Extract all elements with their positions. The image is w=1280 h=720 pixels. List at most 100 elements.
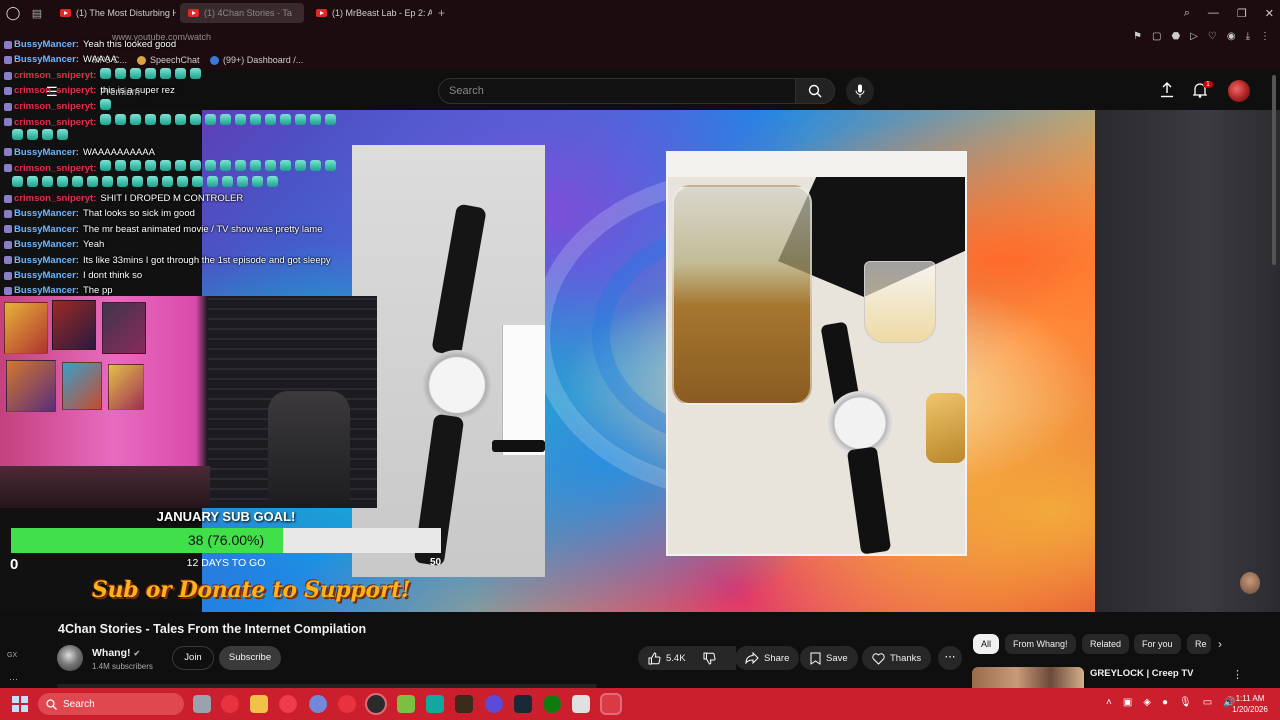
restore-button[interactable]: ❐ (1237, 7, 1247, 20)
snapshot-icon[interactable]: ▢ (1152, 31, 1161, 42)
rail-label[interactable]: GX (7, 652, 17, 659)
emote-icon (325, 114, 337, 125)
chevron-right-icon[interactable]: › (1218, 637, 1222, 651)
chat-badge-icon (4, 102, 12, 111)
subscribe-button[interactable]: Subscribe (219, 646, 281, 670)
discord-icon[interactable] (309, 695, 327, 713)
pocket-icon[interactable]: ⬣ (1171, 31, 1180, 42)
tray-app-icon[interactable]: ▣ (1123, 697, 1132, 708)
rail-more-icon[interactable]: ⋯ (9, 674, 18, 685)
chip-related[interactable]: Related (1082, 634, 1130, 654)
menu-icon[interactable]: ⋮ (1260, 31, 1270, 42)
chip-all[interactable]: All (973, 634, 1000, 654)
recommendation-title[interactable]: GREYLOCK | Creep TV (1090, 668, 1193, 679)
search-button[interactable] (795, 78, 835, 104)
page-scrollbar[interactable] (1272, 75, 1276, 265)
bookmark-dashboard[interactable]: (99+) Dashboard /... (210, 55, 303, 65)
browser-app-icon[interactable] (485, 695, 503, 713)
tray-expand-icon[interactable]: ˄ (1106, 697, 1112, 708)
chat-message-text: I dont think so (82, 270, 143, 281)
app-icon[interactable] (572, 695, 590, 713)
emote-icon (250, 160, 262, 172)
close-window-button[interactable]: ✕ (1265, 7, 1274, 20)
chat-username: BussyMancer (14, 54, 76, 66)
tab-3[interactable]: (1) MrBeast Lab - Ep 2: A (308, 3, 432, 23)
chat-message: crimson_sniperyt: (0, 67, 205, 84)
thanks-button[interactable]: Thanks (862, 646, 932, 670)
play-icon[interactable]: ▷ (1190, 31, 1198, 42)
steam-icon[interactable] (514, 695, 532, 713)
chat-separator: : (75, 223, 79, 235)
tab-2-active[interactable]: (1) 4Chan Stories - Ta (180, 3, 304, 23)
bookmark-speechchat[interactable]: SpeechChat (137, 55, 200, 65)
tab-overview-icon[interactable]: ▤ (26, 7, 48, 20)
chat-badge-icon (4, 148, 12, 157)
download-icon[interactable]: ⤓ (1246, 31, 1250, 42)
opera-gx-app-icon[interactable] (221, 695, 239, 713)
recommendation-menu-icon[interactable]: ⋮ (1232, 668, 1243, 681)
chat-username: BussyMancer (14, 270, 76, 281)
subscriber-count: 1.4M subscribers (92, 662, 153, 671)
tab-1[interactable]: (1) The Most Disturbing H (52, 3, 176, 23)
taskbar-clock[interactable]: 1:11 AM 1/20/2026 (1226, 693, 1274, 715)
adobe-app-icon[interactable] (600, 693, 622, 715)
channel-name[interactable]: Whang! ✔ (92, 647, 140, 659)
emote-icon (222, 175, 233, 187)
profile-icon[interactable]: ◉ (1227, 31, 1236, 42)
chip-for-you[interactable]: For you (1134, 634, 1181, 654)
xbox-icon[interactable] (543, 695, 561, 713)
chat-username: BussyMancer (14, 146, 76, 158)
chat-username: BussyMancer (14, 208, 76, 220)
network-icon[interactable]: ▭ (1203, 697, 1212, 708)
share-button[interactable]: Share (735, 646, 800, 670)
game-app-icon[interactable] (397, 695, 415, 713)
obs-icon[interactable] (365, 693, 387, 715)
tray-app-icon[interactable]: ◈ (1143, 697, 1151, 708)
new-tab-button[interactable]: + (438, 6, 445, 20)
emote-icon (145, 114, 157, 125)
emote-icon (310, 160, 322, 172)
upload-icon[interactable] (1160, 82, 1174, 98)
game-launcher-icon[interactable] (455, 695, 473, 713)
recommendation-thumbnail[interactable] (972, 667, 1084, 688)
file-explorer-icon[interactable] (250, 695, 268, 713)
search-tabs-icon[interactable]: ⌕ (1184, 7, 1190, 20)
chat-separator: : (75, 54, 79, 66)
chat-username: crimson_sniperyt (14, 70, 94, 82)
dislike-button[interactable] (695, 646, 727, 670)
chip-recently[interactable]: Re (1187, 634, 1211, 654)
heart-icon[interactable]: ♡ (1208, 31, 1217, 42)
app-icon[interactable] (426, 695, 444, 713)
sub-goal-max: 50 (430, 557, 442, 568)
bookmark-icon[interactable]: ⚑ (1133, 31, 1142, 42)
microphone-icon[interactable]: 🎙 (1179, 697, 1192, 708)
emote-icon (42, 175, 53, 187)
record-app-icon[interactable] (279, 695, 297, 713)
task-view-icon[interactable] (193, 695, 211, 713)
channel-avatar[interactable] (57, 645, 83, 671)
poster (62, 362, 102, 410)
tray-app-icon[interactable]: ● (1162, 697, 1168, 708)
creative-cloud-icon[interactable] (338, 695, 356, 713)
emote-icon (205, 160, 217, 172)
more-actions-button[interactable]: ⋯ (938, 646, 962, 670)
save-button[interactable]: Save (800, 646, 858, 670)
join-button[interactable]: Join (172, 646, 214, 670)
minimize-button[interactable]: — (1208, 7, 1219, 19)
chip-from-channel[interactable]: From Whang! (1005, 634, 1076, 654)
windows-start-icon[interactable] (12, 696, 28, 712)
clock-date: 1/20/2026 (1232, 705, 1268, 714)
emote-icon (42, 129, 53, 141)
chat-message: BussyMancer: I dont think so (0, 268, 142, 283)
account-avatar[interactable] (1228, 80, 1250, 102)
address-bar: www.youtube.com/watch ⚑ ▢ ⬣ ▷ ♡ ◉ ⤓ ⋮ (0, 26, 1280, 50)
chat-message: crimson_sniperyt: this is a super rez (0, 83, 175, 98)
taskbar-search[interactable]: Search (38, 693, 184, 715)
voice-search-button[interactable] (846, 77, 874, 105)
chat-username: BussyMancer (14, 239, 76, 251)
emote-icon (310, 114, 322, 125)
opera-gx-logo-icon[interactable]: ◯ (0, 0, 26, 26)
emote-icon (280, 114, 292, 125)
search-input[interactable]: Search (438, 78, 796, 104)
emote-icon (57, 129, 68, 141)
